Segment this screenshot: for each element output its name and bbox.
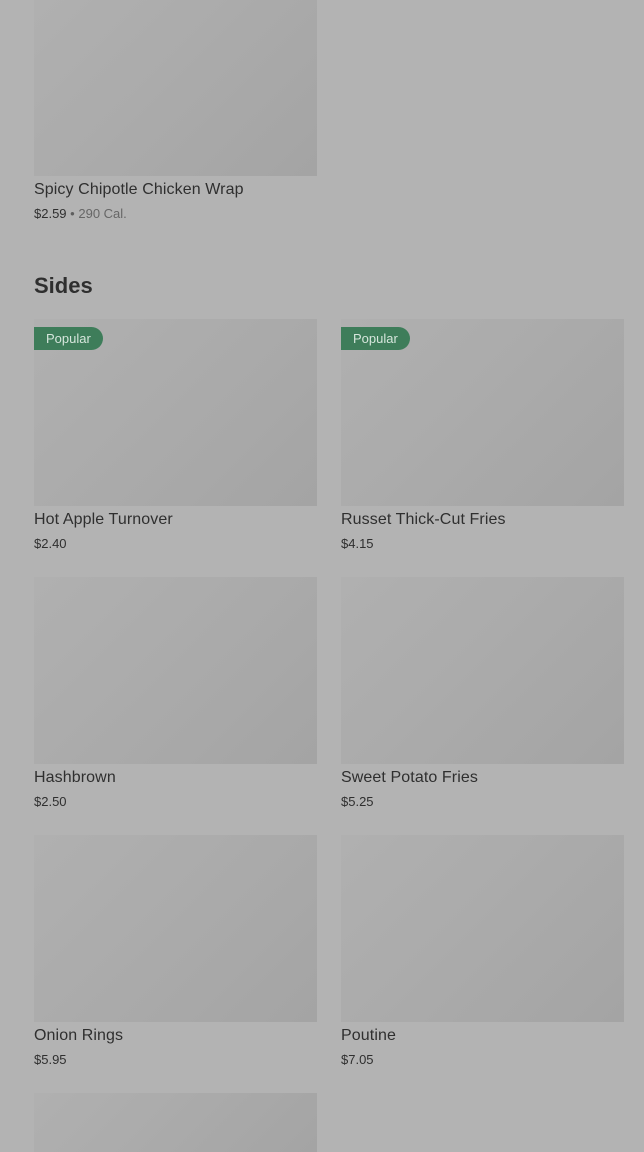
- item-price: $4.15: [341, 536, 374, 551]
- item-name: Spicy Chipotle Chicken Wrap: [34, 181, 244, 198]
- item-name: Russet Thick-Cut Fries: [341, 511, 506, 528]
- item-name: Hot Apple Turnover: [34, 511, 173, 528]
- item-image: Popular: [341, 319, 624, 506]
- item-price: $5.95: [34, 1052, 67, 1067]
- item-name: Hashbrown: [34, 769, 116, 786]
- item-price: $2.50: [34, 794, 67, 809]
- item-calories: 290 Cal.: [78, 206, 127, 221]
- item-price: $7.05: [341, 1052, 374, 1067]
- section-title-sides: Sides: [34, 273, 93, 298]
- item-image: [341, 577, 624, 764]
- item-meta: $2.59 • 290 Cal.: [34, 206, 127, 221]
- meta-separator: •: [70, 206, 75, 221]
- item-image: [34, 577, 317, 764]
- popular-badge: Popular: [341, 327, 410, 350]
- item-price: $2.59: [34, 206, 67, 221]
- item-image: [34, 0, 317, 176]
- menu-page: Spicy Chipotle Chicken Wrap $2.59 • 290 …: [0, 0, 644, 1152]
- item-image: Popular: [34, 319, 317, 506]
- item-price: $5.25: [341, 794, 374, 809]
- item-image: [34, 1093, 317, 1152]
- item-name: Sweet Potato Fries: [341, 769, 478, 786]
- item-image: [341, 835, 624, 1022]
- item-image: [34, 835, 317, 1022]
- popular-badge: Popular: [34, 327, 103, 350]
- item-name: Poutine: [341, 1027, 396, 1044]
- item-name: Onion Rings: [34, 1027, 124, 1044]
- item-price: $2.40: [34, 536, 67, 551]
